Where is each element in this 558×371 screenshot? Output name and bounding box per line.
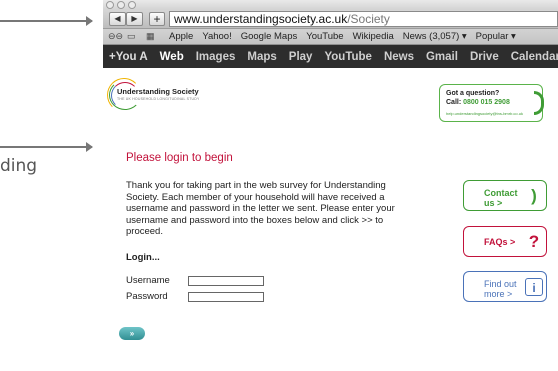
bookmark-youtube[interactable]: YouTube [306,31,343,42]
gbar-news[interactable]: News [384,51,414,63]
call-prefix: Call: [446,99,462,106]
info-icon: i [525,278,543,296]
phone-number[interactable]: 0800 015 2908 [463,99,510,106]
back-arrow-icon: ◀ [114,14,121,23]
password-input[interactable] [188,292,264,302]
gbar-images[interactable]: Images [196,51,236,63]
title-bar [103,0,558,10]
find-out-more-button[interactable]: Find out more > i [463,271,547,302]
help-email-link[interactable]: help.understandingsociety@tns-bmrb.co.uk [446,111,523,116]
google-bar: +You A Web Images Maps Play YouTube News… [103,45,558,68]
bookmarks-bar: ⊖⊖ ▭ ▦ Apple Yahoo! Google Maps YouTube … [103,29,558,45]
gbar-web[interactable]: Web [160,51,184,63]
question-mark-icon: ? [528,232,540,251]
url-host: www.understandingsociety.ac.uk [174,12,348,26]
username-row: Username [126,275,264,286]
logo-title: Understanding Society [117,87,199,96]
gbar-calendar[interactable]: Calendar [511,51,558,63]
phone-hook-icon [534,91,544,115]
username-label: Username [126,275,170,286]
contact-us-button[interactable]: Contact us > ) [463,180,547,211]
login-heading: Login... [126,252,160,263]
question-title: Got a question? [446,90,500,97]
browser-window: ◀ ▶ + www.understandingsociety.ac.uk/Soc… [103,0,558,371]
faqs-button[interactable]: FAQs > ? [463,226,547,257]
gbar-play[interactable]: Play [289,51,313,63]
username-input[interactable] [188,276,264,286]
gbar-drive[interactable]: Drive [470,51,499,63]
top-sites-grid-icon[interactable]: ▦ [146,32,158,41]
find-out-more-label: Find out more > [484,279,517,299]
url-path: /Society [347,12,390,26]
screenshot: ding ◀ ▶ + www.understandingsociety.ac.u… [0,0,558,371]
browser-toolbar: ◀ ▶ + www.understandingsociety.ac.uk/Soc… [103,10,558,29]
reading-list-icon[interactable]: ⊖⊖ [108,32,123,41]
annotation-arrow-middle [0,142,93,152]
proceed-button[interactable]: » [119,327,145,340]
password-label: Password [126,291,168,302]
faqs-label: FAQs > [484,237,516,247]
forward-arrow-icon: ▶ [131,14,138,23]
intro-text: Thank you for taking part in the web sur… [126,180,395,238]
phone-hook-icon: ) [531,186,537,205]
bookmarks-book-icon[interactable]: ▭ [127,32,139,41]
gbar-gmail[interactable]: Gmail [426,51,458,63]
bookmark-yahoo[interactable]: Yahoo! [202,31,231,42]
zoom-window-icon[interactable] [128,1,136,9]
address-bar[interactable]: www.understandingsociety.ac.uk/Society [169,11,558,27]
contact-us-label: Contact us > [484,188,518,208]
question-call: Call: 0800 015 2908 [446,99,510,106]
gbar-plus-you[interactable]: +You A [109,51,148,63]
gbar-maps[interactable]: Maps [247,51,276,63]
margin-text: ding [0,156,38,176]
close-window-icon[interactable] [106,1,114,9]
forward-button[interactable]: ▶ [126,12,143,26]
logo-subtitle: THE UK HOUSEHOLD LONGITUDINAL STUDY [117,97,200,101]
minimize-window-icon[interactable] [117,1,125,9]
annotation-arrow-top [0,16,93,26]
bookmark-wikipedia[interactable]: Wikipedia [353,31,394,42]
gbar-youtube[interactable]: YouTube [324,51,371,63]
password-row: Password [126,291,264,302]
bookmark-apple[interactable]: Apple [169,31,193,42]
question-box: Got a question? Call: 0800 015 2908 help… [439,84,544,122]
bookmark-google-maps[interactable]: Google Maps [241,31,298,42]
double-chevron-icon: » [129,329,135,338]
back-button[interactable]: ◀ [109,12,126,26]
site-logo[interactable]: Understanding Society THE UK HOUSEHOLD L… [107,76,217,116]
bookmark-news[interactable]: News (3,057) ▾ [403,31,467,42]
add-bookmark-button[interactable]: + [149,12,165,26]
plus-icon: + [153,12,161,26]
bookmark-popular[interactable]: Popular ▾ [476,31,516,42]
page-heading: Please login to begin [126,152,233,164]
login-page: Understanding Society THE UK HOUSEHOLD L… [103,70,558,371]
